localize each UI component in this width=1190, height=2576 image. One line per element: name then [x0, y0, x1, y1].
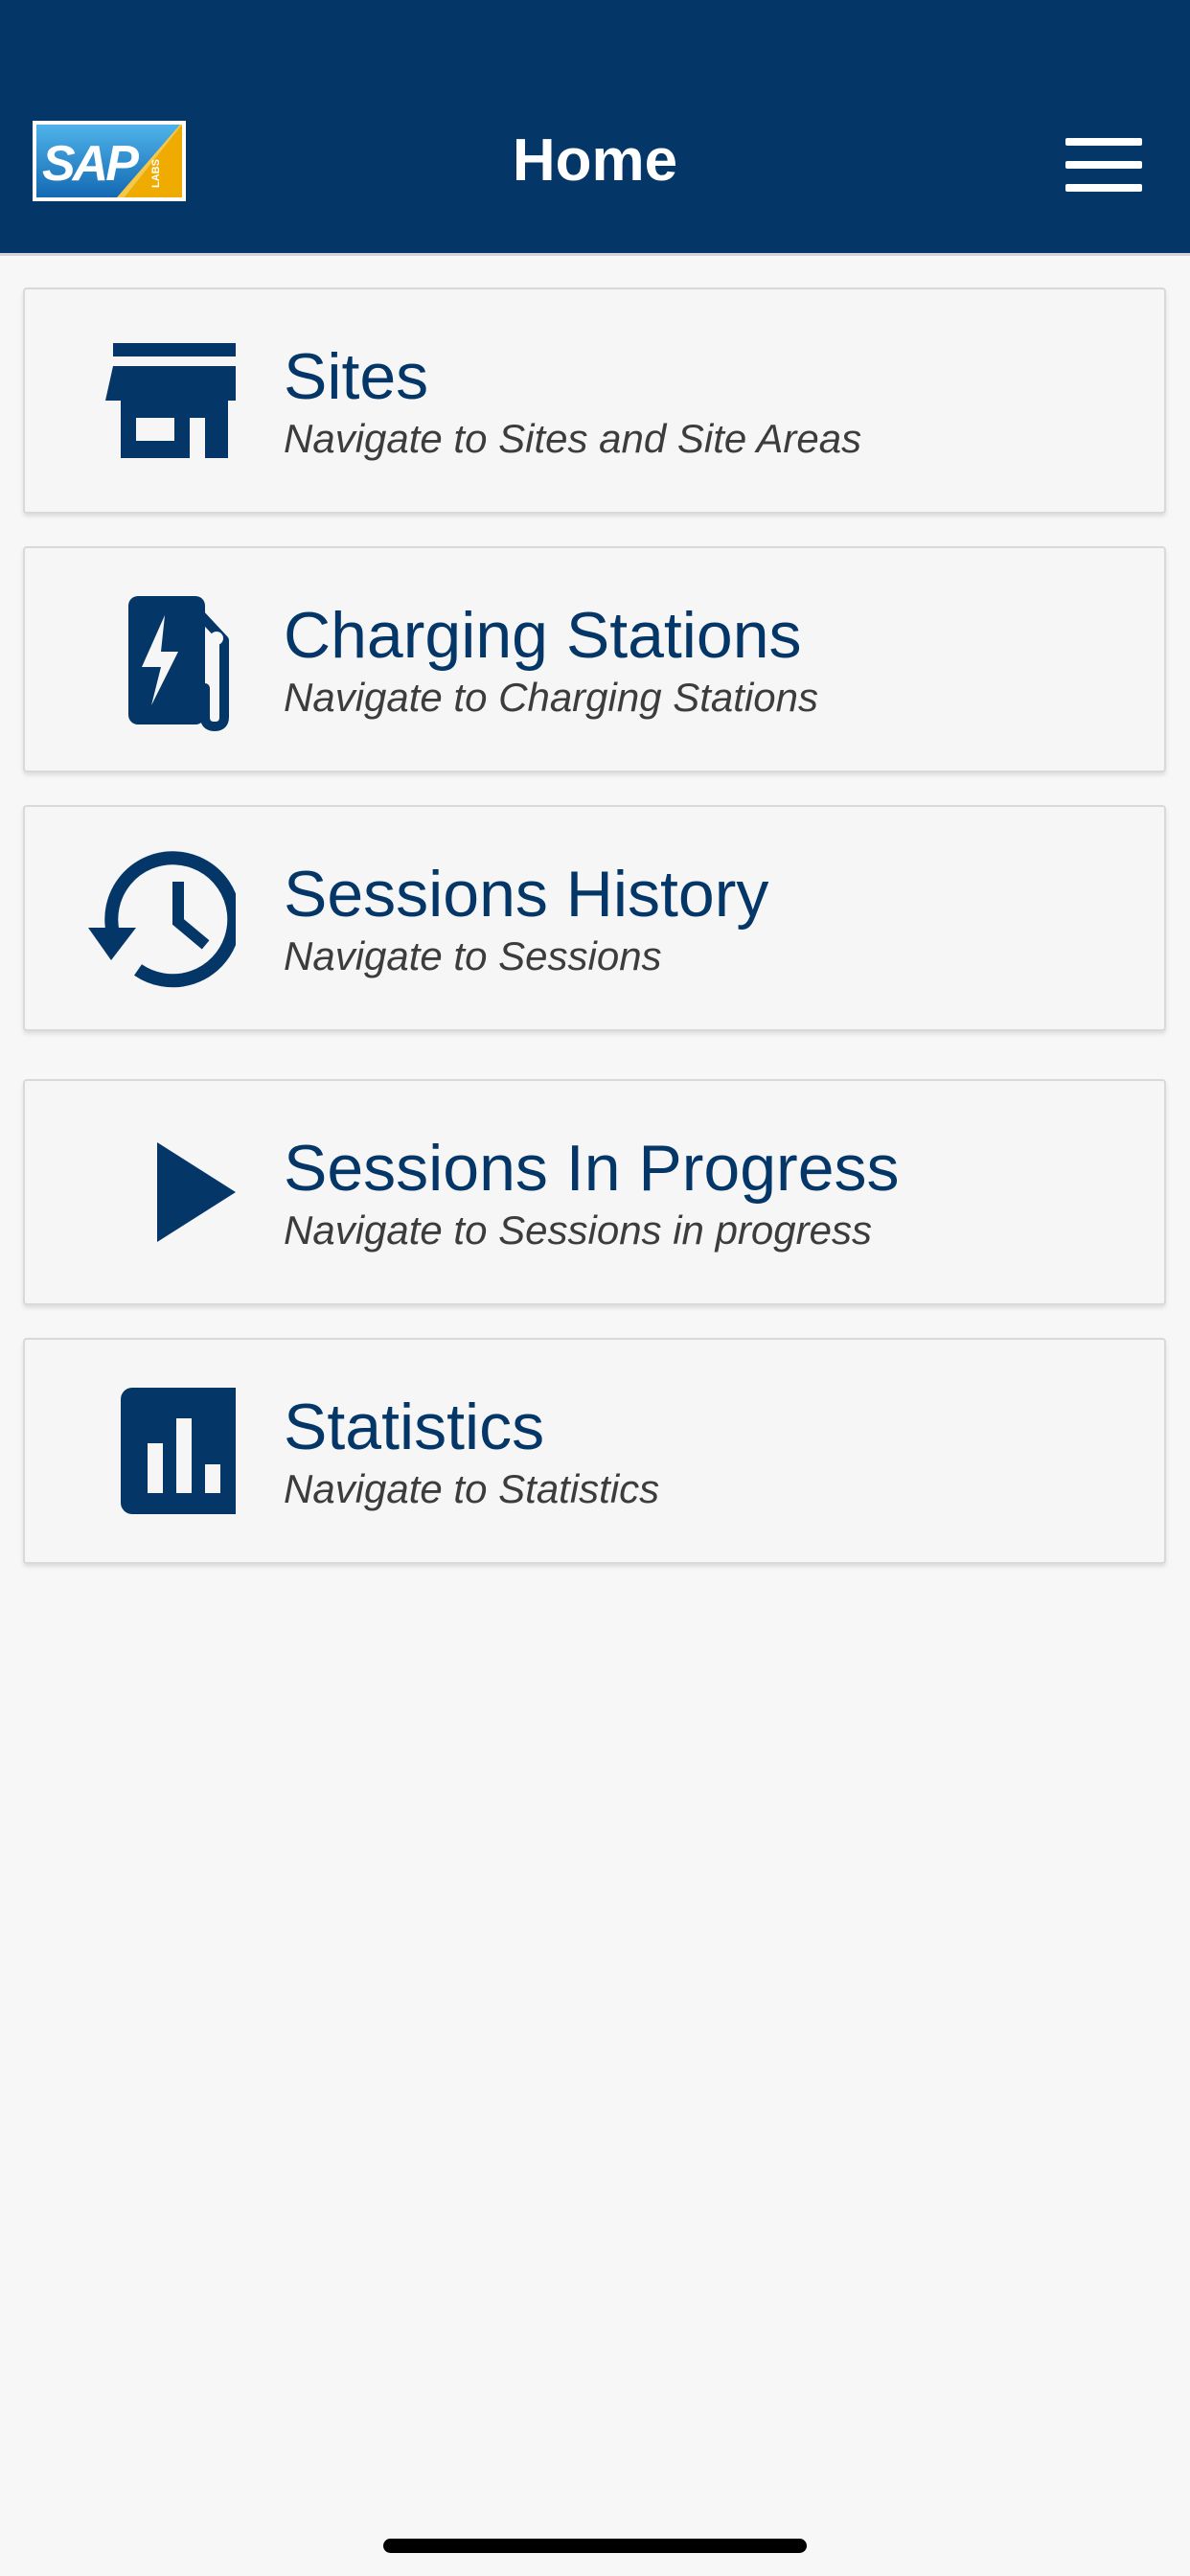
store-icon [82, 324, 236, 477]
card-text: Sites Navigate to Sites and Site Areas [284, 338, 1145, 463]
card-title: Charging Stations [284, 599, 802, 672]
card-subtitle: Navigate to Sites and Site Areas [284, 416, 862, 461]
menu-bar-middle [1065, 161, 1142, 169]
menu-bar-top [1065, 138, 1142, 146]
card-title: Statistics [284, 1391, 545, 1463]
hamburger-menu-icon[interactable] [1054, 130, 1150, 199]
card-text: Sessions History Navigate to Sessions [284, 856, 1145, 980]
card-subtitle: Navigate to Statistics [284, 1466, 660, 1511]
card-title: Sites [284, 340, 429, 413]
card-text: Sessions In Progress Navigate to Session… [284, 1130, 1145, 1254]
card-subtitle: Navigate to Charging Stations [284, 675, 818, 720]
history-icon [82, 841, 236, 995]
menu-card-sessions-in-progress[interactable]: Sessions In Progress Navigate to Session… [23, 1079, 1166, 1305]
menu-card-charging-stations[interactable]: Charging Stations Navigate to Charging S… [23, 546, 1166, 772]
card-title: Sessions In Progress [284, 1132, 900, 1205]
ev-station-icon [82, 583, 236, 736]
card-title: Sessions History [284, 858, 769, 931]
menu-card-sites[interactable]: Sites Navigate to Sites and Site Areas [23, 288, 1166, 514]
card-subtitle: Navigate to Sessions in progress [284, 1208, 872, 1253]
menu-card-sessions-history[interactable]: Sessions History Navigate to Sessions [23, 805, 1166, 1031]
card-text: Statistics Navigate to Statistics [284, 1389, 1145, 1513]
card-subtitle: Navigate to Sessions [284, 933, 662, 978]
home-indicator[interactable] [383, 2539, 807, 2553]
app-header: SAP LABS Home [0, 0, 1190, 253]
menu-bar-bottom [1065, 184, 1142, 192]
play-icon [82, 1116, 236, 1269]
page-title: Home [512, 127, 678, 194]
home-screen: SAP LABS Home Sites Navigate to Sites an… [0, 0, 1190, 2576]
card-text: Charging Stations Navigate to Charging S… [284, 597, 1145, 722]
header-divider [0, 253, 1190, 256]
bar-chart-icon [82, 1374, 236, 1528]
menu-card-statistics[interactable]: Statistics Navigate to Statistics [23, 1338, 1166, 1564]
